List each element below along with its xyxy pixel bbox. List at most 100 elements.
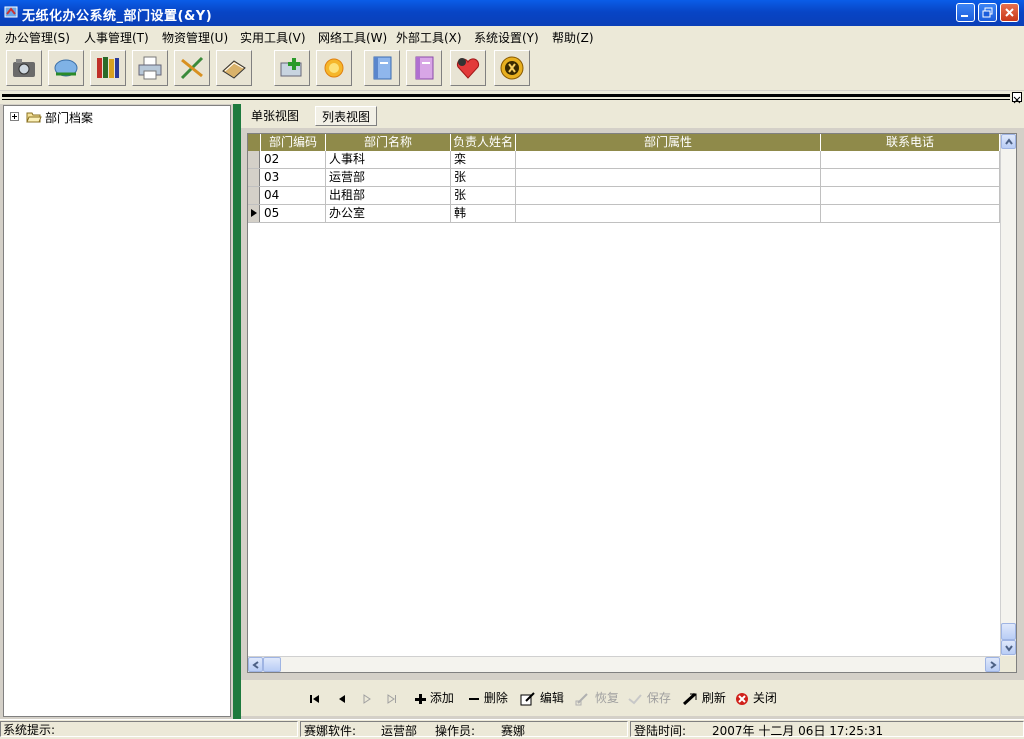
scroll-right-button[interactable] (985, 657, 1000, 672)
column-header-phone[interactable]: 联系电话 (821, 134, 1000, 151)
table-row[interactable]: 04 出租部 张 (248, 187, 1000, 205)
toolbar-exit-button[interactable] (494, 50, 530, 86)
row-selector[interactable] (248, 187, 260, 204)
restore-record-button[interactable]: 恢复 (575, 689, 619, 707)
status-hint-label: 系统提示: (3, 723, 56, 737)
scroll-down-button[interactable] (1001, 640, 1016, 655)
menu-personnel[interactable]: 人事管理(T) (84, 29, 149, 46)
menu-settings[interactable]: 系统设置(Y) (474, 29, 539, 46)
close-panel-button[interactable] (1012, 92, 1022, 104)
refresh-button[interactable]: 刷新 (682, 689, 726, 707)
column-header-manager[interactable]: 负责人姓名 (451, 134, 516, 151)
separator-line (2, 94, 1010, 97)
chevron-up-icon (1005, 138, 1013, 145)
view-tabs: 单张视图 列表视图 (241, 104, 1024, 128)
last-record-icon (387, 693, 396, 704)
cell-name[interactable]: 运营部 (326, 169, 451, 186)
minus-icon (469, 697, 479, 700)
cell-phone[interactable] (821, 169, 1000, 186)
status-software-label: 赛娜软件: (304, 724, 357, 738)
status-hint-panel: 系统提示: (0, 721, 298, 737)
delete-label: 删除 (483, 691, 508, 705)
hscroll-thumb[interactable] (263, 657, 281, 672)
minimize-button[interactable] (956, 3, 975, 22)
network-icon (54, 59, 78, 77)
cell-name[interactable]: 出租部 (326, 187, 451, 204)
department-tree[interactable]: 部门档案 (3, 105, 231, 717)
row-selector[interactable] (248, 169, 260, 186)
department-grid[interactable]: 部门编码 部门名称 负责人姓名 部门属性 联系电话 02 人事科 栾 03 运营… (247, 133, 1017, 673)
cell-manager[interactable]: 张 (451, 169, 516, 186)
column-header-code[interactable]: 部门编码 (261, 134, 326, 151)
toolbar-camera-button[interactable] (6, 50, 42, 86)
column-header-name[interactable]: 部门名称 (326, 134, 451, 151)
last-record-button[interactable] (386, 689, 398, 707)
menu-office[interactable]: 办公管理(S) (5, 29, 70, 46)
toolbar-purple-notebook-button[interactable] (406, 50, 442, 86)
edit-button[interactable]: 编辑 (520, 689, 564, 707)
table-row[interactable]: 03 运营部 张 (248, 169, 1000, 187)
status-login-time: 2007年 十二月 06日 17:25:31 (712, 724, 884, 738)
cell-phone[interactable] (821, 151, 1000, 168)
status-operator: 赛娜 (501, 724, 526, 738)
row-selector-current[interactable] (248, 205, 260, 222)
horizontal-scrollbar[interactable] (248, 656, 1000, 672)
tab-list-view[interactable]: 列表视图 (315, 106, 378, 126)
tree-expand-toggle[interactable] (10, 112, 19, 121)
cell-attribute[interactable] (516, 205, 821, 222)
tree-node-root[interactable]: 部门档案 (45, 109, 93, 126)
scroll-up-button[interactable] (1001, 134, 1016, 149)
menu-help[interactable]: 帮助(Z) (552, 29, 594, 46)
cell-manager[interactable]: 张 (451, 187, 516, 204)
vertical-scrollbar[interactable] (1000, 134, 1016, 656)
cell-name[interactable]: 办公室 (326, 205, 451, 222)
menu-utilities[interactable]: 实用工具(V) (240, 29, 306, 46)
cell-code[interactable]: 04 (261, 187, 326, 204)
title-bar: 无纸化办公系统_部门设置(&Y) (0, 0, 1024, 26)
delete-button[interactable]: 删除 (468, 689, 508, 707)
status-operator-label: 操作员: (435, 724, 476, 738)
menu-network[interactable]: 网络工具(W) (318, 29, 387, 46)
menu-external[interactable]: 外部工具(X) (396, 29, 462, 46)
sun-icon (324, 58, 344, 78)
scroll-thumb[interactable] (1001, 623, 1016, 640)
toolbar-printer-button[interactable] (132, 50, 168, 86)
table-row[interactable]: 02 人事科 栾 (248, 151, 1000, 169)
toolbar-books-button[interactable] (90, 50, 126, 86)
tab-single-view[interactable]: 单张视图 (245, 106, 305, 126)
cell-phone[interactable] (821, 187, 1000, 204)
add-button[interactable]: 添加 (414, 689, 454, 707)
menu-materials[interactable]: 物资管理(U) (162, 29, 228, 46)
cell-attribute[interactable] (516, 169, 821, 186)
toolbar-tools-button[interactable] (174, 50, 210, 86)
toolbar-add-card-button[interactable] (274, 50, 310, 86)
cell-manager[interactable]: 栾 (451, 151, 516, 168)
cell-phone[interactable] (821, 205, 1000, 222)
cell-attribute[interactable] (516, 151, 821, 168)
save-button[interactable]: 保存 (627, 689, 671, 707)
prev-record-button[interactable] (336, 689, 348, 707)
close-button[interactable]: 关闭 (735, 689, 777, 707)
toolbar-blue-notebook-button[interactable] (364, 50, 400, 86)
table-row-current[interactable]: 05 办公室 韩 (248, 205, 1000, 223)
cell-code[interactable]: 02 (261, 151, 326, 168)
scroll-left-button[interactable] (248, 657, 263, 672)
add-card-icon (280, 58, 302, 77)
cell-code[interactable]: 03 (261, 169, 326, 186)
cell-manager[interactable]: 韩 (451, 205, 516, 222)
toolbar-sun-button[interactable] (316, 50, 352, 86)
column-header-attribute[interactable]: 部门属性 (516, 134, 821, 151)
row-selector[interactable] (248, 151, 260, 168)
next-record-button[interactable] (361, 689, 373, 707)
close-window-button[interactable] (1000, 3, 1019, 22)
cell-attribute[interactable] (516, 187, 821, 204)
prev-record-icon (339, 694, 345, 703)
toolbar-network-button[interactable] (48, 50, 84, 86)
cell-code[interactable]: 05 (261, 205, 326, 222)
restore-button[interactable] (978, 3, 997, 22)
panel-splitter[interactable] (233, 104, 241, 719)
toolbar-scanner-button[interactable] (216, 50, 252, 86)
first-record-button[interactable] (309, 689, 321, 707)
toolbar-heart-button[interactable] (450, 50, 486, 86)
cell-name[interactable]: 人事科 (326, 151, 451, 168)
